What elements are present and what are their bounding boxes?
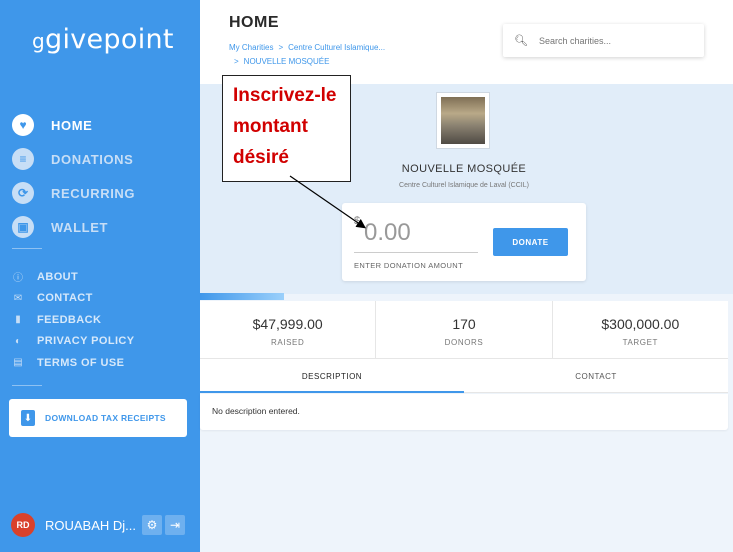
charity-name: NOUVELLE MOSQUÉE — [401, 163, 527, 175]
givepoint-logo[interactable]: ggivepoint — [32, 24, 174, 55]
sidebar-item-home[interactable]: ♥ HOME — [12, 108, 135, 142]
stat-target: $300,000.00 TARGET — [553, 301, 728, 358]
sidebar-item-recurring[interactable]: ⟳ RECURRING — [12, 176, 135, 210]
sidebar-item-donations[interactable]: ≡ DONATIONS — [12, 142, 135, 176]
sidebar-item-label: RECURRING — [51, 185, 136, 201]
document-icon: ▤ — [13, 357, 23, 369]
avatar[interactable]: RD — [11, 513, 35, 537]
download-tax-receipts-button[interactable]: ⬇ DOWNLOAD TAX RECEIPTS — [9, 399, 187, 437]
envelope-icon: ✉ — [13, 292, 23, 304]
donation-amount-input[interactable]: 0.00 — [364, 219, 411, 247]
sidebar-item-about[interactable]: ⓘ ABOUT — [12, 266, 135, 288]
sidebar-item-feedback[interactable]: ▮ FEEDBACK — [12, 309, 135, 331]
search-input[interactable] — [538, 35, 689, 46]
user-name: ROUABAH Dj... — [45, 517, 137, 533]
sidebar-item-label: WALLET — [51, 219, 109, 235]
sidebar-item-label: DONATIONS — [51, 151, 134, 167]
shield-icon: ◐ — [14, 335, 22, 347]
sidebar-item-wallet[interactable]: ▣ WALLET — [12, 210, 135, 244]
stat-value: 170 — [452, 316, 476, 332]
tax-button-label: DOWNLOAD TAX RECEIPTS — [45, 413, 166, 423]
refresh-icon: ⟳ — [12, 182, 34, 204]
stat-value: $47,999.00 — [252, 316, 323, 332]
feedback-icon: ▮ — [15, 314, 21, 326]
sidebar-item-label: CONTACT — [37, 292, 93, 305]
logo-mark: g — [32, 29, 45, 53]
description-panel: No description entered. — [200, 394, 728, 430]
tab-description[interactable]: DESCRIPTION — [200, 359, 464, 393]
currency-symbol: $ — [354, 215, 361, 227]
tab-contact[interactable]: CONTACT — [464, 359, 728, 392]
sidebar: ggivepoint ♥ HOME ≡ DONATIONS ⟳ RECURRIN… — [0, 0, 200, 552]
user-panel: RD ROUABAH Dj... ⚙ ⇥ — [11, 513, 185, 537]
progress-bar — [200, 293, 284, 300]
settings-icon[interactable]: ⚙ — [142, 515, 162, 535]
breadcrumb-separator: > — [234, 57, 239, 66]
wallet-icon: ▣ — [12, 216, 34, 238]
stat-donors: 170 DONORS — [376, 301, 553, 358]
annotation-line: montant — [233, 116, 308, 137]
amount-hint: ENTER DONATION AMOUNT — [354, 261, 464, 270]
stat-raised: $47,999.00 RAISED — [200, 301, 377, 358]
main-nav: ♥ HOME ≡ DONATIONS ⟳ RECURRING ▣ WALLET — [12, 108, 135, 244]
donation-card: $ 0.00 ENTER DONATION AMOUNT DONATE — [342, 203, 586, 281]
search-box[interactable]: 🔍︎ — [503, 24, 704, 57]
sidebar-item-label: ABOUT — [37, 270, 79, 283]
stat-label: RAISED — [270, 338, 305, 347]
page-title: HOME — [229, 14, 279, 31]
sidebar-item-label: HOME — [51, 117, 93, 133]
breadcrumb-current[interactable]: NOUVELLE MOSQUÉE — [244, 57, 330, 66]
logo-text: givepoint — [45, 24, 174, 55]
charity-image — [436, 92, 490, 149]
breadcrumb-my-charities[interactable]: My Charities — [229, 43, 273, 52]
annotation-callout: Inscrivez-le montant désiré — [222, 75, 351, 182]
sidebar-item-privacy-policy[interactable]: ◐ PRIVACY POLICY — [12, 331, 135, 353]
description-text: No description entered. — [212, 406, 300, 416]
sidebar-item-label: FEEDBACK — [37, 313, 102, 326]
charity-tabs: DESCRIPTION CONTACT — [200, 359, 728, 393]
charity-organization: Centre Culturel Islamique de Laval (CCIL… — [399, 182, 529, 189]
receipt-icon: ≡ — [12, 148, 34, 170]
annotation-line: Inscrivez-le — [233, 85, 337, 106]
stat-label: TARGET — [622, 338, 659, 347]
sidebar-divider — [12, 385, 42, 386]
sidebar-divider — [12, 248, 42, 249]
download-icon: ⬇ — [21, 410, 35, 426]
sidebar-item-terms-of-use[interactable]: ▤ TERMS OF USE — [12, 352, 135, 374]
breadcrumb: My Charities > Centre Culturel Islamique..… — [229, 41, 385, 69]
info-icon: ⓘ — [13, 273, 23, 285]
secondary-nav: ⓘ ABOUT ✉ CONTACT ▮ FEEDBACK ◐ PRIVACY P… — [12, 266, 135, 374]
sidebar-item-contact[interactable]: ✉ CONTACT — [12, 288, 135, 310]
logout-icon[interactable]: ⇥ — [165, 515, 185, 535]
stat-label: DONORS — [444, 338, 484, 347]
stat-value: $300,000.00 — [601, 316, 680, 332]
sidebar-item-label: PRIVACY POLICY — [37, 335, 135, 348]
breadcrumb-charity[interactable]: Centre Culturel Islamique... — [288, 43, 385, 52]
sidebar-item-label: TERMS OF USE — [37, 356, 125, 369]
heart-icon: ♥ — [12, 114, 34, 136]
page-header: HOME My Charities > Centre Culturel Islami… — [200, 0, 733, 84]
breadcrumb-separator: > — [278, 43, 284, 52]
annotation-line: désiré — [233, 147, 289, 168]
amount-underline — [354, 252, 478, 253]
charity-stats: $47,999.00 RAISED 170 DONORS $300,000.00… — [200, 301, 728, 359]
search-icon: 🔍︎ — [514, 35, 528, 47]
donate-button[interactable]: DONATE — [493, 228, 568, 256]
